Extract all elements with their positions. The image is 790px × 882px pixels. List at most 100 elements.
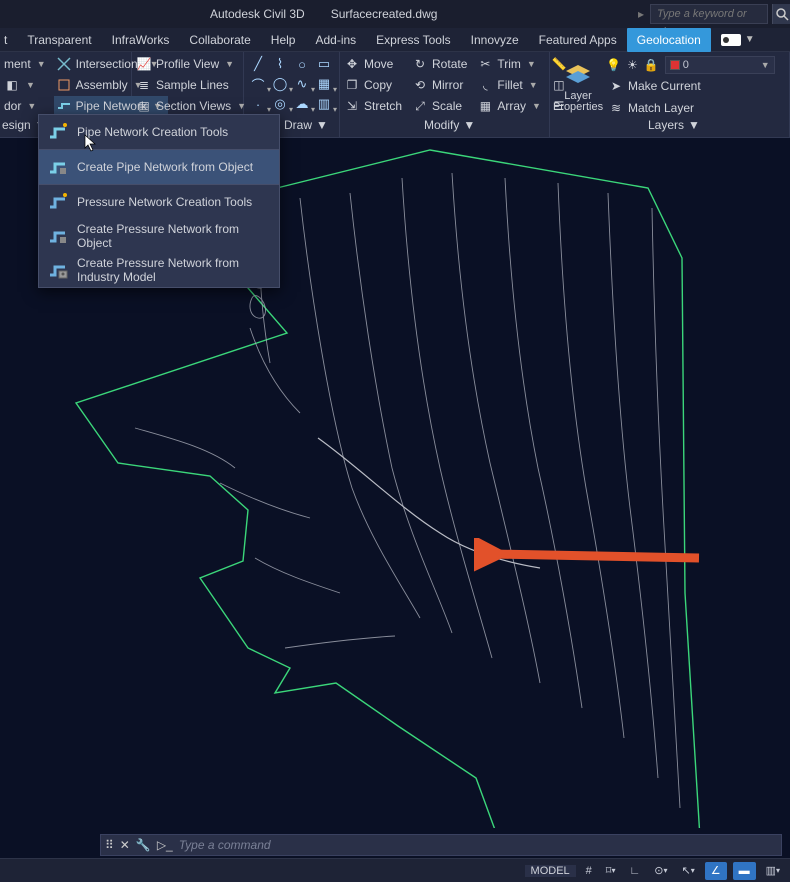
annotation-arrow-icon [474, 538, 704, 578]
tab-help[interactable]: Help [261, 28, 306, 52]
profile-view-button[interactable]: 📈 Profile View▼ [134, 54, 252, 74]
ellipse-icon[interactable]: ◯▾ [272, 76, 288, 92]
app-name: Autodesk Civil 3D [210, 7, 305, 21]
layer-lock-icon[interactable]: 🔒 [644, 58, 659, 72]
command-prompt-icon: ▷_ [157, 838, 173, 852]
command-grip-icon[interactable]: ⠿ [105, 838, 114, 852]
tab-geolocation[interactable]: Geolocation [627, 28, 711, 52]
model-space-button[interactable]: MODEL [525, 865, 576, 877]
panel-title-layers[interactable]: Layers▼ [648, 118, 700, 132]
pipe-network-creation-tools-item[interactable]: Pipe Network Creation Tools [39, 115, 279, 149]
layer-stack-icon [564, 61, 592, 89]
pressure-tool-icon [47, 191, 69, 213]
mirror-button[interactable]: ⟲Mirror [410, 75, 473, 95]
stretch-icon: ⇲ [344, 98, 360, 114]
move-icon: ✥ [344, 56, 360, 72]
arc-icon[interactable]: ⌒▾ [250, 76, 266, 92]
polyline-icon[interactable]: ⌇ [272, 56, 288, 72]
donut-icon[interactable]: ◎▾ [272, 96, 288, 112]
keyword-search-input[interactable]: Type a keyword or phrase [650, 4, 768, 24]
profile-view-icon: 📈 [136, 56, 152, 72]
design-button-2[interactable]: ◧▼ [2, 75, 52, 95]
create-pressure-network-from-object-item[interactable]: Create Pressure Network from Object [39, 219, 279, 253]
alignment-button[interactable]: ment▼ [2, 54, 52, 74]
file-name: Surfacecreated.dwg [331, 7, 438, 21]
match-layer-button[interactable]: ≋Match Layer [606, 98, 775, 118]
status-bar: MODEL # ⌑▾ ∟ ⊙▾ ↖▾ ∠ ▬ ▥▾ [0, 858, 790, 882]
tab-infraworks[interactable]: InfraWorks [102, 28, 180, 52]
tab-innovyze[interactable]: Innovyze [461, 28, 529, 52]
pipe-tool-icon [47, 121, 69, 143]
layer-selector[interactable]: 0 ▼ [665, 56, 775, 74]
command-customize-icon[interactable]: 🔧 [136, 838, 151, 852]
trim-icon: ✂ [477, 56, 493, 72]
tab-transparent[interactable]: Transparent [17, 28, 101, 52]
dropdown-icon[interactable]: ▼ [745, 34, 755, 45]
create-pressure-network-from-industry-model-item[interactable]: Create Pressure Network from Industry Mo… [39, 253, 279, 287]
layer-bulb-icon[interactable]: 💡 [606, 58, 621, 72]
make-current-button[interactable]: ➤Make Current [606, 76, 775, 96]
stretch-button[interactable]: ⇲Stretch [342, 96, 408, 116]
pressure-industry-icon [47, 259, 69, 281]
lineweight-toggle-icon[interactable]: ▬ [733, 862, 756, 880]
move-button[interactable]: ✥Move [342, 54, 408, 74]
tab-partial[interactable]: t [0, 28, 17, 52]
command-close-icon[interactable]: ✕ [120, 838, 130, 852]
road-icon: ◧ [4, 77, 20, 93]
section-views-button[interactable]: ▤ Section Views▼ [134, 96, 252, 116]
rect-icon[interactable]: ▭ [316, 56, 332, 72]
tab-featured-apps[interactable]: Featured Apps [529, 28, 627, 52]
layer-properties-button[interactable]: LayerProperties [556, 56, 600, 118]
spline-icon[interactable]: ∿▾ [294, 76, 310, 92]
layer-props-label: LayerProperties [553, 91, 603, 113]
tab-express-tools[interactable]: Express Tools [366, 28, 460, 52]
pipe-from-object-icon [47, 156, 69, 178]
ribbon-tab-bar: t Transparent InfraWorks Collaborate Hel… [0, 28, 790, 52]
ortho-toggle-icon[interactable]: ∟ [625, 862, 644, 880]
copy-icon: ❐ [344, 77, 360, 93]
mirror-icon: ⟲ [412, 77, 428, 93]
scale-button[interactable]: ⤢Scale [410, 96, 473, 116]
transparency-toggle-icon[interactable]: ▥▾ [762, 862, 784, 880]
make-current-icon: ➤ [608, 78, 624, 94]
panel-toggle-icon[interactable] [721, 34, 741, 46]
hatch-icon[interactable]: ▦▾ [316, 76, 332, 92]
sample-lines-button[interactable]: ≣ Sample Lines [134, 75, 252, 95]
search-button[interactable] [772, 4, 790, 24]
array-button[interactable]: ▦Array▼ [475, 96, 547, 116]
copy-button[interactable]: ❐Copy [342, 75, 408, 95]
magnifier-icon [774, 6, 790, 22]
snap-toggle-icon[interactable]: ⌑▾ [602, 862, 620, 880]
pipe-network-icon [56, 98, 72, 114]
circle-icon[interactable]: ○ [294, 56, 310, 72]
assembly-icon [56, 77, 72, 93]
trim-button[interactable]: ✂Trim▼ [475, 54, 547, 74]
match-layer-icon: ≋ [608, 100, 624, 116]
grid-toggle-icon[interactable]: # [582, 862, 596, 880]
corridor-button[interactable]: dor▼ [2, 96, 52, 116]
mouse-cursor-icon [84, 134, 98, 152]
line-icon[interactable]: ╱ [250, 56, 266, 72]
fillet-button[interactable]: ◟Fillet▼ [475, 75, 547, 95]
osnap-toggle-icon[interactable]: ∠ [705, 862, 727, 880]
isoplane-toggle-icon[interactable]: ↖▾ [677, 862, 698, 880]
point-icon[interactable]: ·▾ [250, 96, 266, 112]
layer-sun-icon[interactable]: ☀ [627, 58, 638, 72]
polar-toggle-icon[interactable]: ⊙▾ [650, 862, 671, 880]
rotate-icon: ↻ [412, 56, 428, 72]
rotate-button[interactable]: ↻Rotate [410, 54, 473, 74]
tab-addins[interactable]: Add-ins [305, 28, 366, 52]
title-bar: Autodesk Civil 3D Surfacecreated.dwg ▸ T… [0, 0, 790, 28]
tab-collaborate[interactable]: Collaborate [179, 28, 260, 52]
panel-title-draw[interactable]: Draw▼ [284, 118, 328, 132]
ribbon-quick-launch: ▼ [721, 34, 755, 46]
table-icon[interactable]: ▥▾ [316, 96, 332, 112]
create-pipe-network-from-object-item[interactable]: Create Pipe Network from Object [39, 150, 279, 184]
array-icon: ▦ [477, 98, 493, 114]
pressure-from-object-icon [47, 225, 69, 247]
revcloud-icon[interactable]: ☁▾ [294, 96, 310, 112]
pressure-network-creation-tools-item[interactable]: Pressure Network Creation Tools [39, 185, 279, 219]
command-line[interactable]: ⠿ ✕ 🔧 ▷_ Type a command [100, 834, 782, 856]
layer-color-swatch [670, 60, 680, 70]
panel-title-modify[interactable]: Modify▼ [424, 118, 475, 132]
